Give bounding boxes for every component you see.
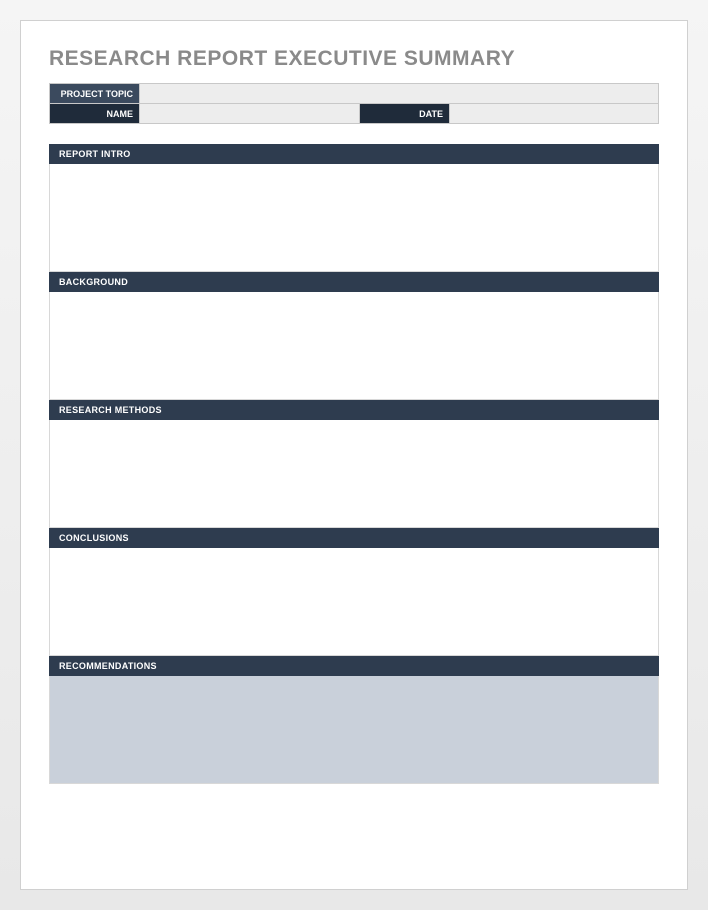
date-input[interactable] (450, 104, 659, 124)
document-page: RESEARCH REPORT EXECUTIVE SUMMARY PROJEC… (20, 20, 688, 890)
date-label: DATE (360, 104, 450, 124)
project-topic-input[interactable] (140, 84, 659, 104)
section-header-background: BACKGROUND (49, 272, 659, 292)
section-body-background[interactable] (49, 292, 659, 400)
section-body-conclusions[interactable] (49, 548, 659, 656)
section-background: BACKGROUND (49, 272, 659, 400)
section-conclusions: CONCLUSIONS (49, 528, 659, 656)
section-research-methods: RESEARCH METHODS (49, 400, 659, 528)
section-recommendations: RECOMMENDATIONS (49, 656, 659, 784)
section-header-research-methods: RESEARCH METHODS (49, 400, 659, 420)
section-header-report-intro: REPORT INTRO (49, 144, 659, 164)
project-topic-label: PROJECT TOPIC (50, 84, 140, 104)
page-title: RESEARCH REPORT EXECUTIVE SUMMARY (49, 47, 659, 71)
section-body-research-methods[interactable] (49, 420, 659, 528)
section-body-recommendations[interactable] (49, 676, 659, 784)
section-report-intro: REPORT INTRO (49, 144, 659, 272)
section-header-recommendations: RECOMMENDATIONS (49, 656, 659, 676)
section-header-conclusions: CONCLUSIONS (49, 528, 659, 548)
name-label: NAME (50, 104, 140, 124)
name-input[interactable] (140, 104, 360, 124)
section-body-report-intro[interactable] (49, 164, 659, 272)
header-table: PROJECT TOPIC NAME DATE (49, 83, 659, 124)
